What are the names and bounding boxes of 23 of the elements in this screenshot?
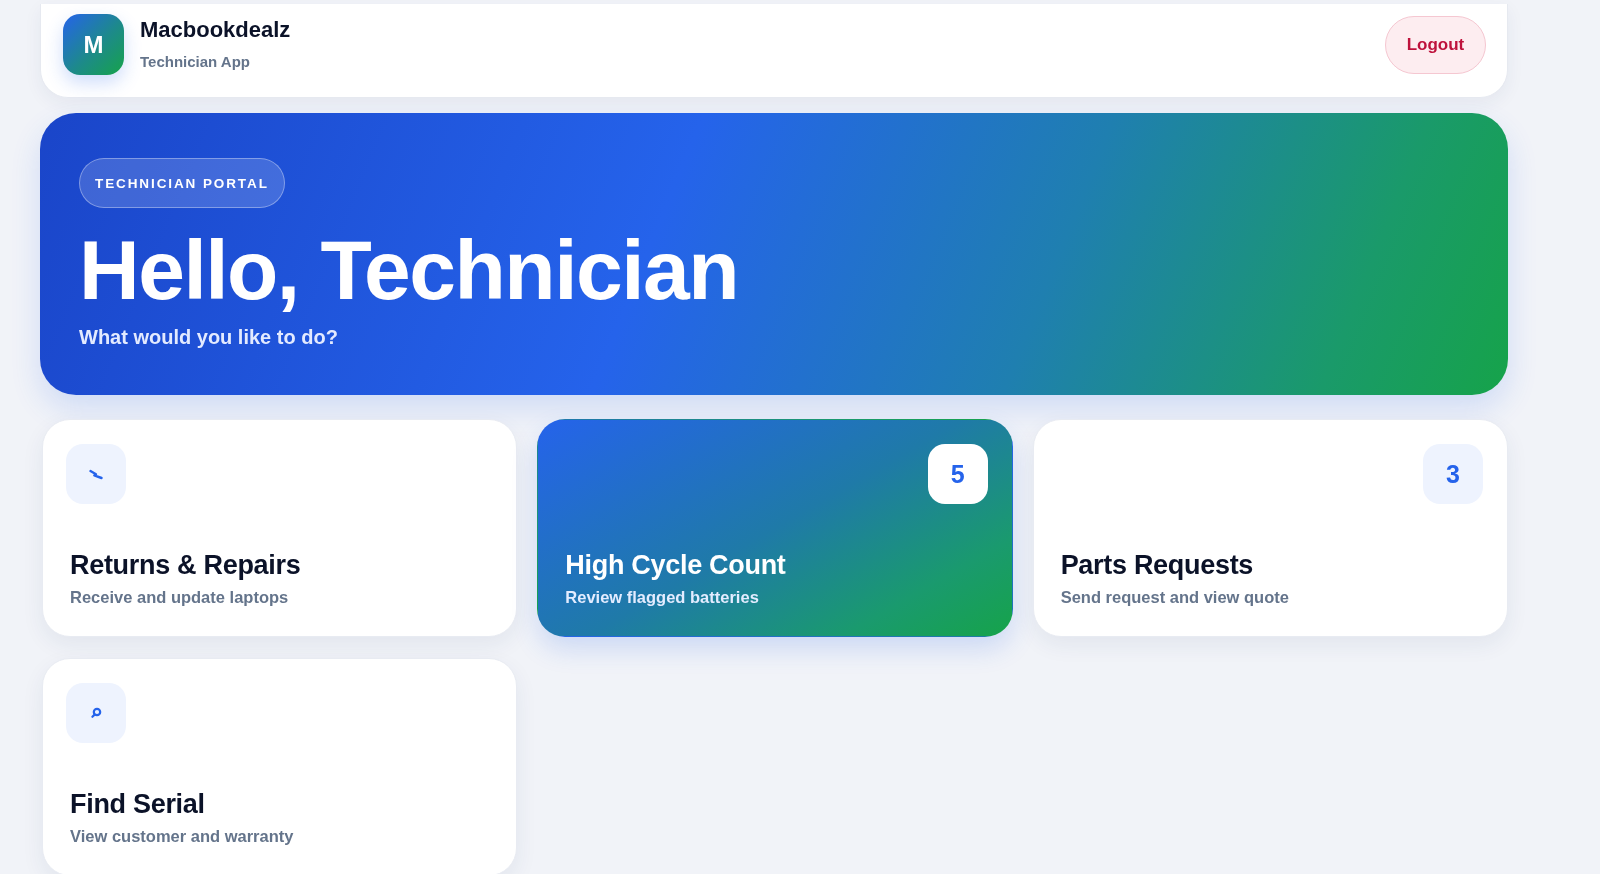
greeting-subtitle: What would you like to do? [79,325,339,349]
action-card[interactable]: 5 High Cycle Count Review flagged batteries [537,419,1013,637]
action-card[interactable]: 3 Parts Requests Send request and view quote [1032,419,1508,637]
bolt-icon [66,444,126,504]
card-title: Returns & Repairs [70,549,301,581]
card-description: Receive and update laptops [70,587,289,608]
action-card[interactable]: Returns & Repairs Receive and update laptops [42,419,518,637]
card-title: Parts Requests [1060,549,1254,581]
logout-button[interactable]: Logout [1385,15,1486,74]
card-description: Review flagged batteries [565,587,759,608]
card-description: View customer and warranty [70,826,294,847]
brand-name: Macbookdealz [140,17,291,43]
portal-badge: TECHNICIAN PORTAL [79,158,285,208]
search-icon [66,683,126,743]
app-subtitle: Technician App [140,52,251,72]
greeting-heading: Hello, Technician [79,228,740,312]
card-title: Find Serial [70,788,205,820]
card-title: High Cycle Count [565,549,786,581]
app-logo: M [63,14,124,75]
count-badge: 3 [1423,444,1483,504]
card-description: Send request and view quote [1060,587,1289,608]
action-card[interactable]: Find Serial View customer and warranty [42,658,518,874]
count-badge: 5 [927,444,988,504]
